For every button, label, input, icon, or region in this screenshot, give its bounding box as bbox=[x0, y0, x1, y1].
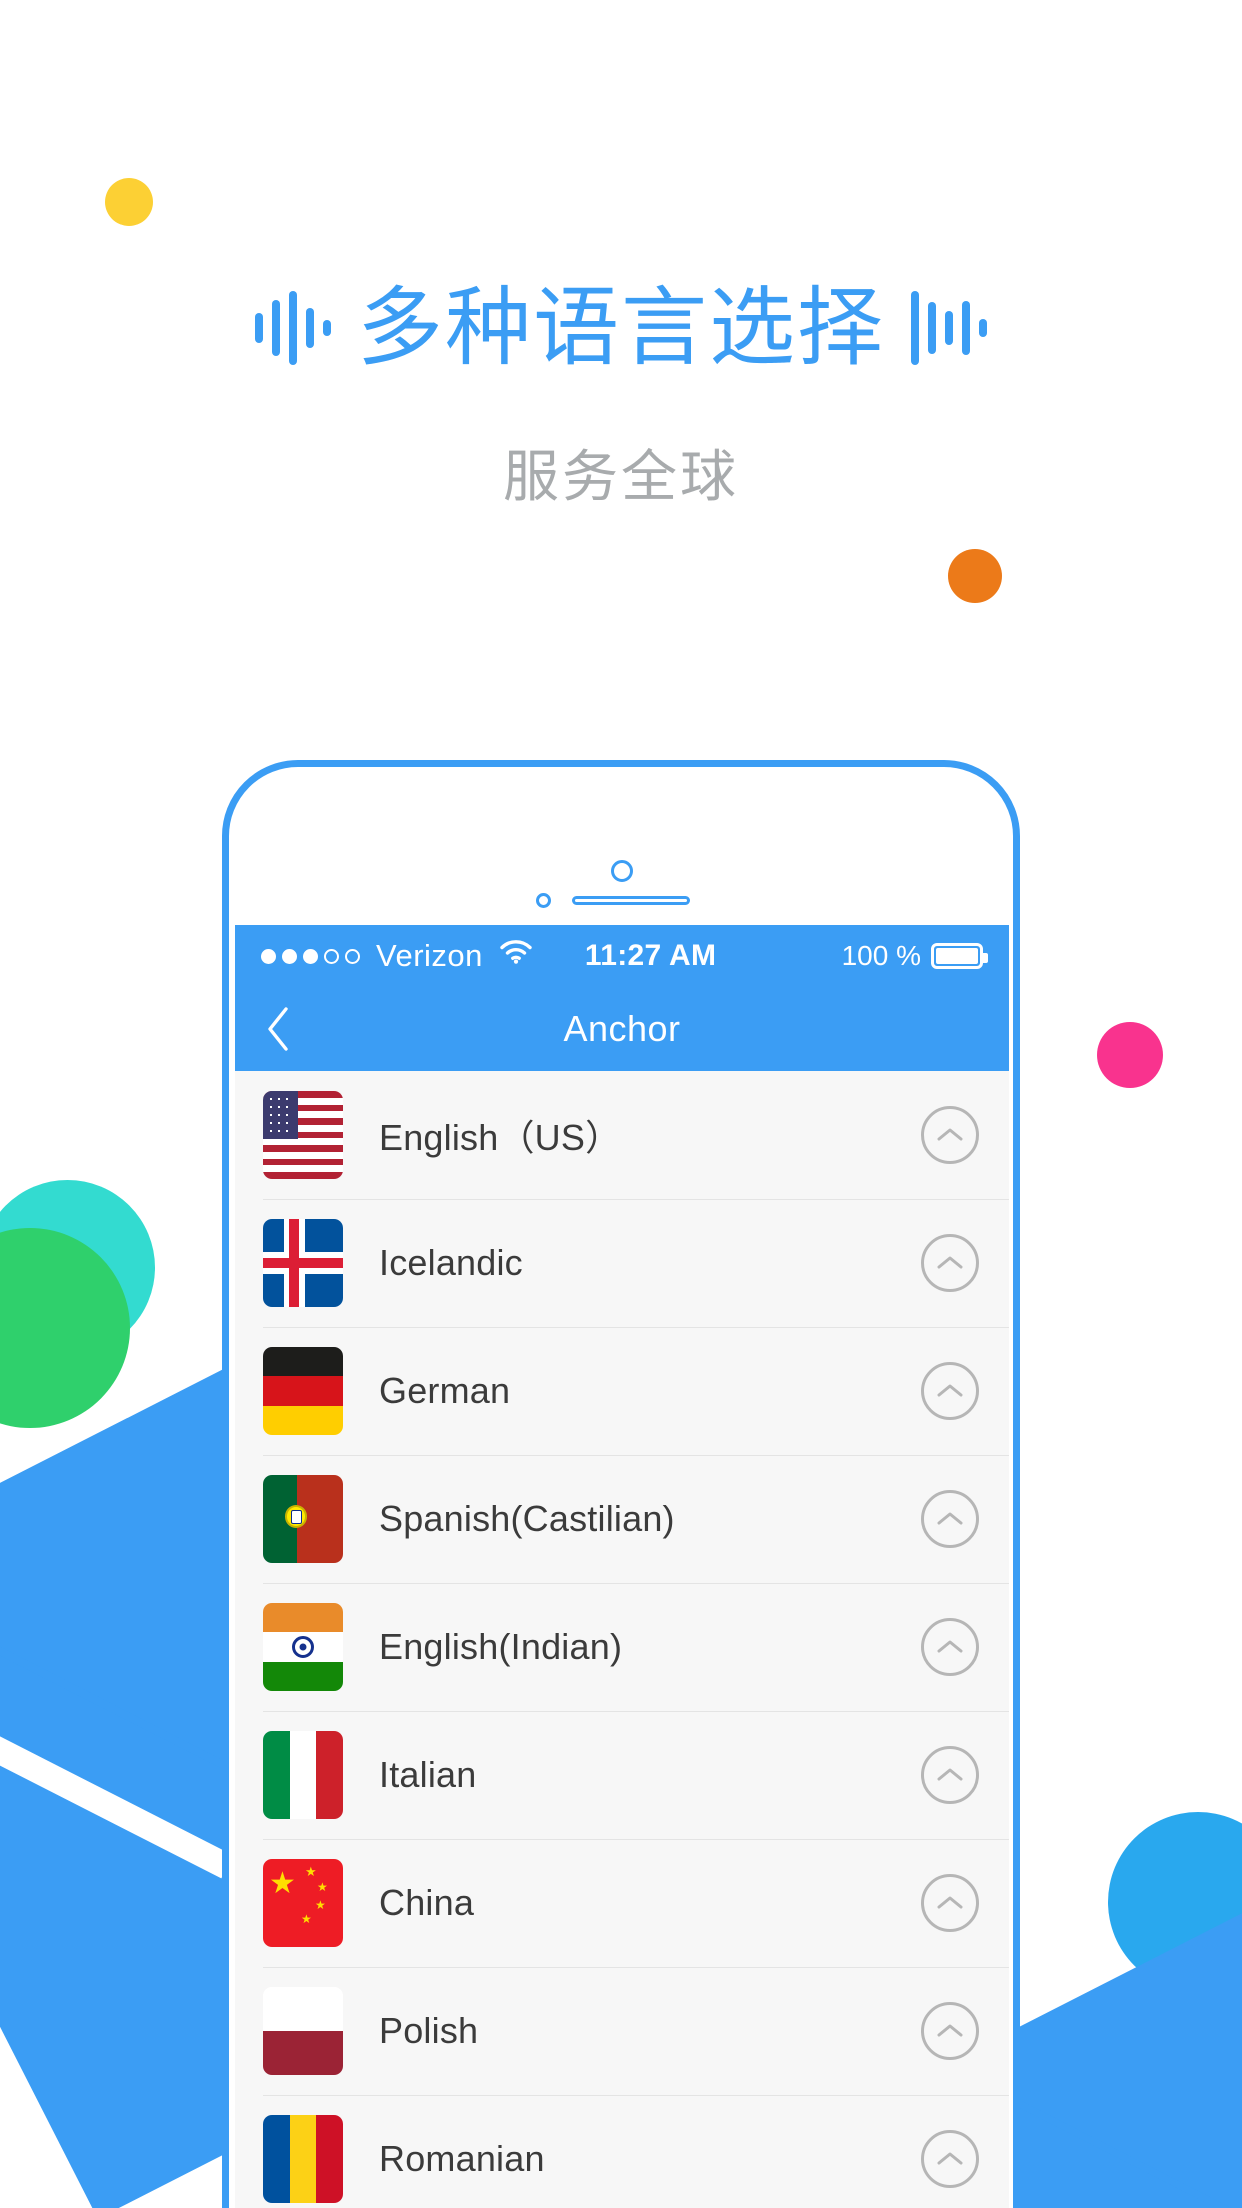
language-label: China bbox=[379, 1882, 475, 1923]
chevron-up-circle-icon[interactable] bbox=[921, 1618, 979, 1676]
battery-percent-label: 100 % bbox=[841, 940, 921, 971]
list-item[interactable]: English(Indian) bbox=[235, 1583, 1009, 1711]
decorative-dot-yellow bbox=[105, 178, 153, 226]
flag-poland bbox=[263, 1987, 343, 2075]
flag-iceland bbox=[263, 1219, 343, 1307]
wifi-icon bbox=[499, 939, 533, 973]
list-item[interactable]: Italian bbox=[235, 1711, 1009, 1839]
language-label: Romanian bbox=[379, 2138, 545, 2179]
list-item[interactable]: ★ ★ ★ ★ ★ China bbox=[235, 1839, 1009, 1967]
earpiece-speaker bbox=[572, 896, 690, 905]
status-bar: Verizon 11:27 AM 100 % bbox=[235, 925, 1009, 987]
language-list[interactable]: English（US） Icelandic German Spanish(Cas… bbox=[235, 1071, 1009, 2208]
flag-china: ★ ★ ★ ★ ★ bbox=[263, 1859, 343, 1947]
language-label: English（US） bbox=[379, 1117, 622, 1158]
language-label: Polish bbox=[379, 2010, 479, 2051]
list-item[interactable]: German bbox=[235, 1327, 1009, 1455]
flag-germany bbox=[263, 1347, 343, 1435]
proximity-sensor-icon bbox=[536, 893, 551, 908]
list-item[interactable]: Spanish(Castilian) bbox=[235, 1455, 1009, 1583]
front-camera-icon bbox=[611, 860, 633, 882]
chevron-up-circle-icon[interactable] bbox=[921, 2130, 979, 2188]
language-label: Italian bbox=[379, 1754, 477, 1795]
nav-title: Anchor bbox=[563, 1008, 681, 1049]
flag-portugal bbox=[263, 1475, 343, 1563]
decorative-dot-pink bbox=[1097, 1022, 1163, 1088]
chevron-up-circle-icon[interactable] bbox=[921, 1746, 979, 1804]
list-item[interactable]: Icelandic bbox=[235, 1199, 1009, 1327]
flag-romania bbox=[263, 2115, 343, 2203]
sound-wave-icon-right bbox=[911, 291, 987, 365]
sound-wave-icon-left bbox=[255, 291, 331, 365]
language-label: German bbox=[379, 1370, 511, 1411]
promo-screenshot: 多种语言选择 服务全球 Verizon 11:27 AM 100 % Ancho… bbox=[0, 0, 1242, 2208]
flag-india bbox=[263, 1603, 343, 1691]
battery-full-icon bbox=[931, 943, 988, 969]
chevron-up-circle-icon[interactable] bbox=[921, 1106, 979, 1164]
phone-screen: Verizon 11:27 AM 100 % Anchor English（US… bbox=[235, 925, 1009, 2208]
chevron-up-circle-icon[interactable] bbox=[921, 1874, 979, 1932]
promo-headline-row: 多种语言选择 bbox=[0, 285, 1242, 371]
chevron-up-circle-icon[interactable] bbox=[921, 2002, 979, 2060]
page-subtitle: 服务全球 bbox=[503, 445, 739, 508]
flag-italy bbox=[263, 1731, 343, 1819]
language-label: Icelandic bbox=[379, 1242, 523, 1283]
status-bar-right: 100 % bbox=[841, 940, 988, 972]
chevron-up-circle-icon[interactable] bbox=[921, 1234, 979, 1292]
language-label: Spanish(Castilian) bbox=[379, 1498, 675, 1539]
language-label: English(Indian) bbox=[379, 1626, 623, 1667]
chevron-up-circle-icon[interactable] bbox=[921, 1362, 979, 1420]
carrier-label: Verizon bbox=[376, 938, 483, 973]
chevron-up-circle-icon[interactable] bbox=[921, 1490, 979, 1548]
list-item[interactable]: Romanian bbox=[235, 2095, 1009, 2208]
flag-united-states bbox=[263, 1091, 343, 1179]
decorative-dot-orange bbox=[948, 549, 1002, 603]
list-item[interactable]: Polish bbox=[235, 1967, 1009, 2095]
phone-mockup: Verizon 11:27 AM 100 % Anchor English（US… bbox=[222, 760, 1020, 2208]
nav-bar: Anchor bbox=[235, 987, 1009, 1071]
phone-speaker-assembly bbox=[536, 860, 706, 910]
back-button[interactable] bbox=[259, 1003, 299, 1055]
page-title: 多种语言选择 bbox=[357, 280, 885, 376]
clock-label: 11:27 AM bbox=[584, 939, 717, 972]
list-item[interactable]: English（US） bbox=[235, 1071, 1009, 1199]
signal-strength-icon bbox=[261, 948, 360, 964]
